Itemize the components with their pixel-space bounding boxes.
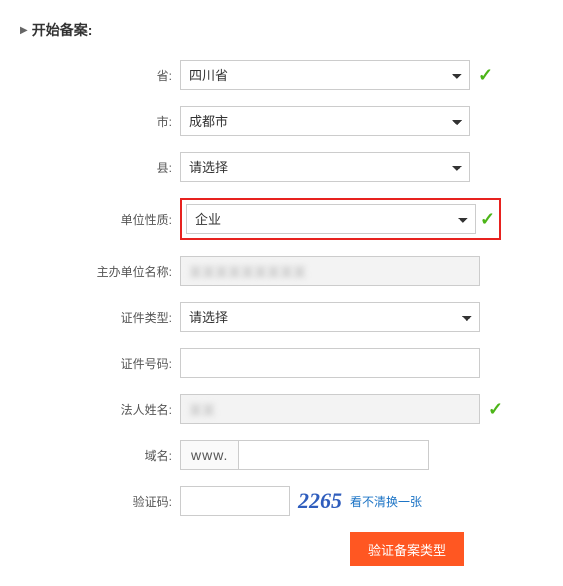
- label-captcha: 验证码:: [20, 493, 180, 510]
- select-city[interactable]: 成都市: [180, 106, 470, 136]
- label-org-type: 单位性质:: [20, 211, 180, 228]
- label-domain: 域名:: [20, 447, 180, 464]
- captcha-image[interactable]: 2265: [298, 488, 342, 514]
- row-domain: 域名: www.: [20, 440, 543, 470]
- row-sponsor-name: 主办单位名称: 某某某某某某某某某: [20, 256, 543, 286]
- input-cert-number[interactable]: [180, 348, 480, 378]
- select-org-type[interactable]: 企业: [186, 204, 476, 234]
- check-icon: ✓: [488, 399, 503, 420]
- submit-row: 验证备案类型: [20, 532, 543, 566]
- input-sponsor-name[interactable]: 某某某某某某某某某: [180, 256, 480, 286]
- page-header: ▶ 开始备案:: [20, 20, 543, 40]
- row-province: 省: 四川省 ✓: [20, 60, 543, 90]
- label-cert-type: 证件类型:: [20, 309, 180, 326]
- captcha-refresh-link[interactable]: 看不清换一张: [350, 493, 422, 510]
- row-captcha: 验证码: 2265 看不清换一张: [20, 486, 543, 516]
- label-county: 县:: [20, 159, 180, 176]
- row-county: 县: 请选择: [20, 152, 543, 182]
- highlight-box: 企业 ✓: [180, 198, 501, 240]
- row-legal-name: 法人姓名: 某某 ✓: [20, 394, 543, 424]
- select-county[interactable]: 请选择: [180, 152, 470, 182]
- label-province: 省:: [20, 67, 180, 84]
- input-captcha[interactable]: [180, 486, 290, 516]
- label-city: 市:: [20, 113, 180, 130]
- input-legal-name[interactable]: 某某: [180, 394, 480, 424]
- row-city: 市: 成都市: [20, 106, 543, 136]
- check-icon: ✓: [480, 209, 495, 230]
- arrow-right-icon: ▶: [20, 25, 28, 36]
- input-domain[interactable]: [239, 440, 429, 470]
- row-cert-type: 证件类型: 请选择: [20, 302, 543, 332]
- redacted-text: 某某某某某某某某某: [189, 262, 306, 281]
- row-cert-number: 证件号码:: [20, 348, 543, 378]
- submit-button[interactable]: 验证备案类型: [350, 532, 464, 566]
- select-cert-type[interactable]: 请选择: [180, 302, 480, 332]
- label-sponsor-name: 主办单位名称:: [20, 263, 180, 280]
- label-cert-number: 证件号码:: [20, 355, 180, 372]
- row-org-type: 单位性质: 企业 ✓: [20, 198, 543, 240]
- select-province[interactable]: 四川省: [180, 60, 470, 90]
- domain-prefix: www.: [180, 440, 239, 470]
- label-legal-name: 法人姓名:: [20, 401, 180, 418]
- page-title: 开始备案:: [32, 20, 93, 40]
- redacted-text: 某某: [189, 400, 215, 419]
- check-icon: ✓: [478, 65, 493, 86]
